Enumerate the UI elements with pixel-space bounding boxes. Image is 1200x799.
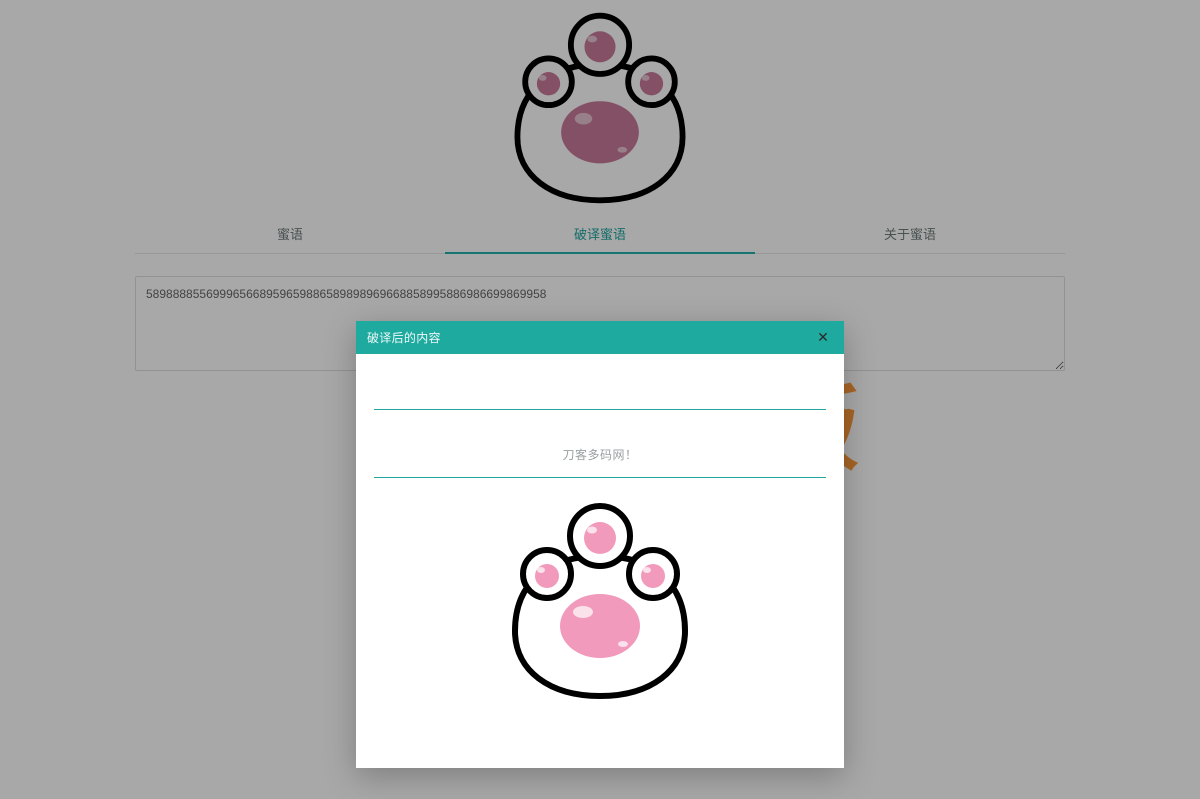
paw-icon bbox=[495, 496, 705, 706]
modal: 破译后的内容 ✕ 刀客多码网！ bbox=[356, 321, 844, 768]
divider bbox=[374, 409, 826, 410]
modal-body: 刀客多码网！ bbox=[356, 354, 844, 768]
modal-overlay[interactable]: 破译后的内容 ✕ 刀客多码网！ bbox=[0, 0, 1200, 799]
close-icon[interactable]: ✕ bbox=[806, 321, 840, 354]
modal-decoded-text: 刀客多码网！ bbox=[562, 446, 637, 463]
modal-header: 破译后的内容 ✕ bbox=[356, 321, 844, 354]
divider bbox=[374, 477, 826, 478]
modal-title: 破译后的内容 bbox=[367, 329, 441, 346]
